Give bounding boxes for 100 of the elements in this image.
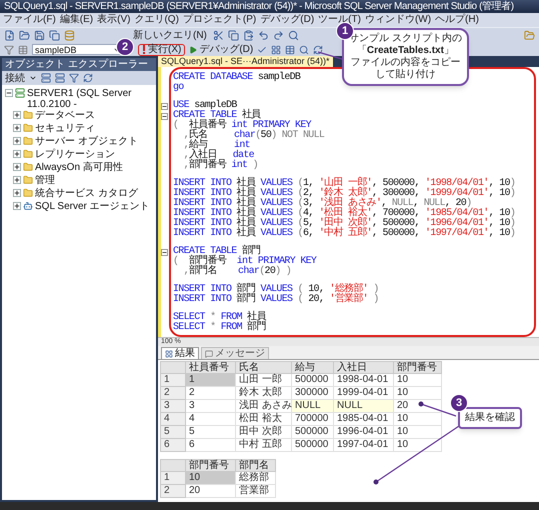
table-cell: 500000 xyxy=(292,439,334,452)
column-header[interactable]: 部門名 xyxy=(236,459,276,472)
table-cell: 3 xyxy=(186,400,236,413)
row-header[interactable]: 4 xyxy=(160,413,186,426)
folder-icon xyxy=(23,136,33,146)
menu-item[interactable]: 編集(E) xyxy=(60,14,94,26)
toolbar-icon[interactable] xyxy=(19,30,30,41)
table-cell: NULL xyxy=(334,400,394,413)
folder-icon xyxy=(23,123,33,133)
tree-item[interactable]: 統合サービス カタログ xyxy=(35,188,138,199)
expand-icon[interactable] xyxy=(13,176,21,184)
toolbar-icon[interactable] xyxy=(49,30,60,41)
fold-icon[interactable] xyxy=(161,112,168,120)
toolbar-icon[interactable] xyxy=(4,44,14,54)
toolbar-icon[interactable] xyxy=(299,44,310,54)
toolbar-icon[interactable] xyxy=(285,44,296,54)
toolbar-icon[interactable] xyxy=(83,73,93,83)
menu-item[interactable]: クエリ(Q) xyxy=(134,14,179,26)
expand-icon[interactable] xyxy=(13,137,21,145)
table-cell: 20 xyxy=(394,400,442,413)
menu-item[interactable]: 表示(V) xyxy=(97,14,130,26)
toolbar-icon[interactable] xyxy=(55,73,65,83)
row-header[interactable]: 5 xyxy=(160,426,186,439)
tree-item[interactable]: レプリケーション xyxy=(35,149,115,160)
expand-icon[interactable] xyxy=(13,124,21,132)
column-header[interactable]: 部門番号 xyxy=(394,361,442,374)
row-header[interactable]: 6 xyxy=(160,439,186,452)
fold-icon[interactable] xyxy=(161,102,168,110)
editor-tab[interactable]: SQLQuery1.sql - SE···Administrator (54))* xyxy=(158,56,333,67)
callout-bubble: 結果を確認 xyxy=(458,407,522,429)
toolbar-icon[interactable] xyxy=(18,44,28,54)
toolbar-icon[interactable] xyxy=(288,30,299,41)
toolbar-icon[interactable] xyxy=(242,30,254,41)
table-cell: 松田 裕太 xyxy=(236,413,292,426)
table-cell: 6 xyxy=(186,439,236,452)
folder-icon xyxy=(23,149,33,159)
row-header[interactable]: 2 xyxy=(160,387,186,400)
toolbar-icon[interactable] xyxy=(4,30,15,41)
collapse-icon[interactable] xyxy=(5,89,13,97)
corner-cell xyxy=(160,361,186,374)
expand-icon[interactable] xyxy=(13,163,21,171)
folder-icon xyxy=(23,162,33,172)
callout-text: して貼り付け xyxy=(375,69,436,81)
result-tab[interactable]: メッセージ xyxy=(201,347,269,359)
menu-item[interactable]: ウィンドウ(W) xyxy=(364,14,432,26)
toolbar-icon[interactable] xyxy=(69,73,79,83)
table-cell: 田中 次郎 xyxy=(236,426,292,439)
connect-button[interactable]: 接続 xyxy=(5,72,25,84)
result-tab[interactable]: 結果 xyxy=(161,347,199,359)
column-header[interactable]: 社員番号 xyxy=(186,361,236,374)
column-header[interactable]: 給与 xyxy=(292,361,334,374)
table-cell: 500000 xyxy=(292,374,334,387)
tree-item[interactable]: サーバー オブジェクト xyxy=(35,136,138,147)
table-cell: 4 xyxy=(186,413,236,426)
expand-icon[interactable] xyxy=(13,111,21,119)
table-cell: 1996-04-01 xyxy=(334,426,394,439)
column-header[interactable]: 氏名 xyxy=(236,361,292,374)
new-query-button[interactable]: 新しいクエリ(N) xyxy=(131,30,209,42)
menu-item[interactable]: ファイル(F) xyxy=(3,14,56,26)
menu-item[interactable]: ヘルプ(H) xyxy=(435,14,479,26)
toolbar-icon[interactable] xyxy=(257,44,268,54)
row-header[interactable]: 3 xyxy=(160,400,186,413)
table-cell: 1 xyxy=(186,374,236,387)
table-cell: 5 xyxy=(186,426,236,439)
column-header[interactable]: 部門番号 xyxy=(186,459,236,472)
toolbar-icon[interactable] xyxy=(212,30,224,41)
tree-item[interactable]: SERVER1 (SQL Server 11.0.2100 - xyxy=(27,88,153,110)
table-cell: 1999-04-01 xyxy=(334,387,394,400)
expand-icon[interactable] xyxy=(13,189,21,197)
table-cell: 700000 xyxy=(292,413,334,426)
row-header[interactable]: 2 xyxy=(160,485,186,498)
caret-icon[interactable] xyxy=(29,74,37,82)
column-header[interactable]: 入社日 xyxy=(334,361,394,374)
tree-item[interactable]: データベース xyxy=(35,110,95,121)
folder-icon xyxy=(23,110,33,120)
fold-icon[interactable] xyxy=(161,248,168,256)
toolbar-icon[interactable] xyxy=(34,30,45,41)
tree-item[interactable]: AlwaysOn 高可用性 xyxy=(35,162,123,173)
table-cell: 浅田 あさみ xyxy=(236,400,292,413)
row-header[interactable]: 1 xyxy=(160,472,186,485)
toolbar-icon[interactable] xyxy=(313,44,324,54)
toolbar-icon[interactable] xyxy=(272,30,284,41)
toolbar-icon[interactable] xyxy=(41,73,51,83)
grid-icon xyxy=(165,350,173,358)
tree-item[interactable]: SQL Server エージェント xyxy=(35,201,150,212)
server-icon xyxy=(15,88,25,98)
debug-button[interactable]: デバッグ(D) xyxy=(189,44,254,54)
toolbar-icon[interactable] xyxy=(228,30,239,41)
table-cell: 2 xyxy=(186,387,236,400)
expand-icon[interactable] xyxy=(13,150,21,158)
tree-item[interactable]: セキュリティ xyxy=(35,123,95,134)
code-line: INSERT INTO 部門 VALUES ( 20, '営業部' ) xyxy=(173,295,379,305)
row-header[interactable]: 1 xyxy=(160,374,186,387)
table-cell: 10 xyxy=(186,472,236,485)
menu-item[interactable]: プロジェクト(P) xyxy=(182,14,256,26)
menu-item[interactable]: デバッグ(D) xyxy=(260,14,314,26)
toolbar-icon[interactable] xyxy=(271,44,282,54)
expand-icon[interactable] xyxy=(13,202,21,210)
toolbar-icon[interactable] xyxy=(258,30,269,41)
tree-item[interactable]: 管理 xyxy=(35,175,55,186)
